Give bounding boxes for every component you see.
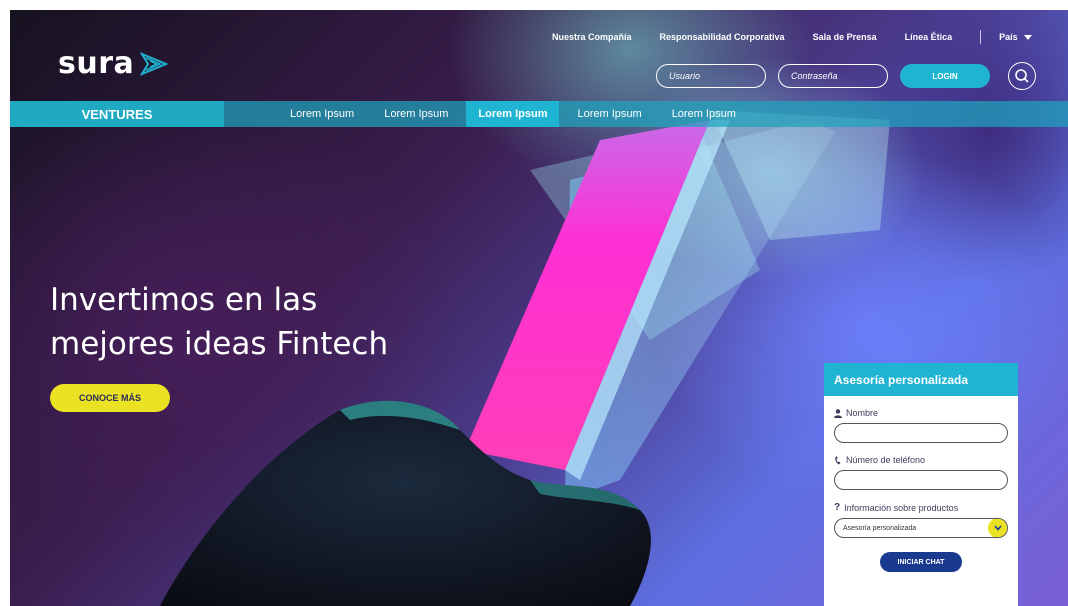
ventures-label[interactable]: VENTURES: [10, 101, 224, 127]
utility-nav: Nuestra Compañía Responsabilidad Corpora…: [552, 30, 1032, 44]
login-button[interactable]: LOGIN: [900, 64, 990, 88]
info-label: Información sobre productos: [844, 502, 959, 513]
logo-text: sura: [58, 46, 135, 81]
util-link-ethics[interactable]: Línea Ética: [905, 32, 953, 42]
nav-item-5[interactable]: Lorem Ipsum: [660, 101, 748, 127]
phone-label-row: Número de teléfono: [834, 455, 1008, 465]
logo-wing-icon: [140, 51, 169, 76]
nav-item-4[interactable]: Lorem Ipsum: [565, 101, 653, 127]
country-label: País: [999, 32, 1018, 42]
nav-items: Lorem Ipsum Lorem Ipsum Lorem Ipsum Lore…: [278, 101, 754, 127]
login-form: LOGIN: [656, 62, 1036, 90]
util-link-company[interactable]: Nuestra Compañía: [552, 32, 632, 42]
chat-title: Asesoría personalizada: [824, 363, 1018, 396]
username-input[interactable]: [656, 64, 766, 88]
product-select-value: Asesoría personalizada: [843, 524, 917, 532]
chat-panel: Asesoría personalizada Nombre Número de …: [824, 363, 1018, 606]
chat-form: Nombre Número de teléfono ? Información …: [824, 396, 1018, 572]
question-icon: ?: [834, 502, 841, 513]
password-input[interactable]: [778, 64, 888, 88]
nav-item-1[interactable]: Lorem Ipsum: [278, 101, 366, 127]
user-icon: [834, 408, 842, 418]
util-divider: [980, 30, 982, 44]
product-select[interactable]: Asesoría personalizada: [834, 518, 1008, 538]
country-selector[interactable]: País: [999, 32, 1032, 42]
phone-input[interactable]: [834, 470, 1008, 490]
conoce-mas-button[interactable]: CONOCE MÁS: [50, 384, 170, 412]
name-label-row: Nombre: [834, 408, 1008, 418]
chevron-down-icon: [988, 519, 1007, 537]
phone-icon: [835, 456, 841, 464]
name-input[interactable]: [834, 423, 1008, 443]
util-link-responsibility[interactable]: Responsabilidad Corporativa: [660, 32, 785, 42]
sura-logo[interactable]: sura: [58, 46, 170, 81]
search-button[interactable]: [1008, 62, 1036, 90]
search-icon: [1015, 69, 1029, 83]
info-label-row: ? Información sobre productos: [834, 502, 1008, 513]
main-nav: VENTURES Lorem Ipsum Lorem Ipsum Lorem I…: [10, 101, 1068, 127]
util-link-press[interactable]: Sala de Prensa: [813, 32, 877, 42]
nav-item-2[interactable]: Lorem Ipsum: [372, 101, 460, 127]
caret-down-icon: [1023, 34, 1032, 40]
hero-title: Invertimos en las mejores ideas Fintech: [50, 278, 410, 366]
start-chat-button[interactable]: INICIAR CHAT: [880, 552, 962, 572]
phone-label: Número de teléfono: [846, 455, 926, 465]
page-frame: sura Nuestra Compañía Responsabilidad Co…: [10, 10, 1068, 606]
hero-title-line-1: Invertimos en las: [50, 282, 318, 318]
nav-item-3-active[interactable]: Lorem Ipsum: [466, 101, 560, 127]
hero-title-line-2: mejores ideas Fintech: [50, 326, 389, 362]
name-label: Nombre: [846, 408, 879, 418]
